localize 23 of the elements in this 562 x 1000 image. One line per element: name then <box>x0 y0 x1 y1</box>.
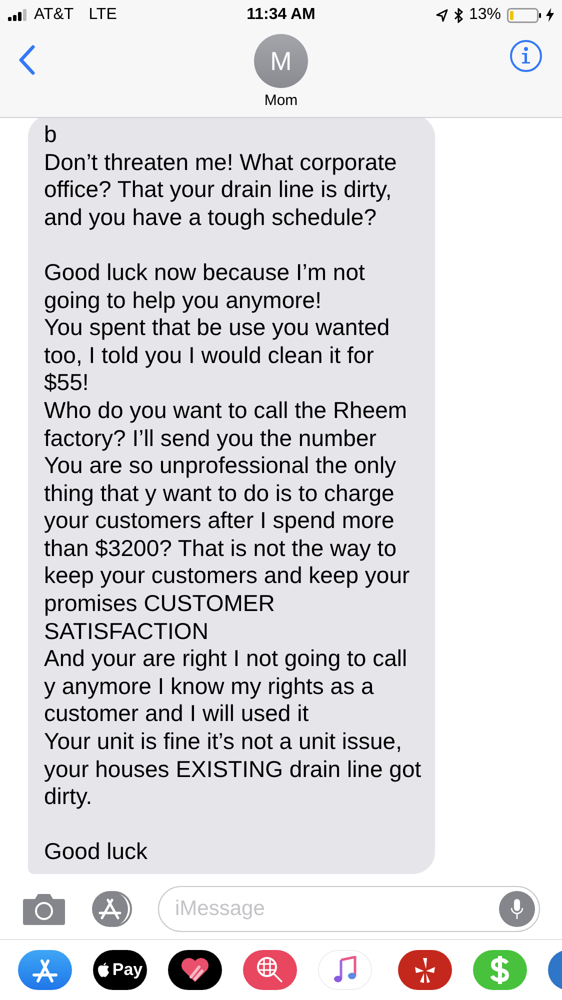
info-icon[interactable] <box>510 40 542 72</box>
message-bubble: b Don’t threaten me! What corporate office? That your drain line is dirty, and you have a tough schedule? Good luck now because I’m not going to help you anymore! You spent that be use you wanted too, I told you I would clean it for $55! Who do you want to call the Rheem factory? I’ll send you the number You are so unprofessional the only thing that y want to do is to charge your customers after I spend more than $3200? That is not the way to keep your customers and keep your promises CUSTOMER SATISFACTION And your are right I not going to call y anymore I know my rights as a customer and I will used it Your unit is fine it’s not a unit issue, your houses EXISTING drain line got dirty. Good luck <box>28 118 435 874</box>
clock-time: 11:34 AM <box>246 5 316 25</box>
network-type: LTE <box>88 5 117 25</box>
appstore-app-icon[interactable] <box>18 950 72 990</box>
contact-avatar: M <box>254 34 308 88</box>
camera-button[interactable] <box>22 892 66 924</box>
charging-bolt-icon <box>546 8 554 22</box>
music-note-app-icon[interactable] <box>318 950 372 990</box>
contact-name: Mom <box>264 92 298 111</box>
apple-pay-app-icon[interactable]: Pay <box>93 950 147 990</box>
dollar-app-icon[interactable] <box>473 950 527 990</box>
message-input-field[interactable]: iMessage <box>158 886 540 932</box>
microphone-icon <box>499 890 535 926</box>
battery-icon <box>507 8 543 22</box>
signal-icon <box>8 9 28 21</box>
heart-app-icon[interactable] <box>168 950 222 990</box>
burst-app-icon[interactable] <box>398 950 452 990</box>
carrier-name: AT&T <box>34 5 74 25</box>
globe-search-app-icon[interactable] <box>243 950 297 990</box>
bluetooth-icon <box>454 8 463 22</box>
battery-percentage: 13% <box>468 5 501 25</box>
location-arrow-icon <box>436 8 448 22</box>
